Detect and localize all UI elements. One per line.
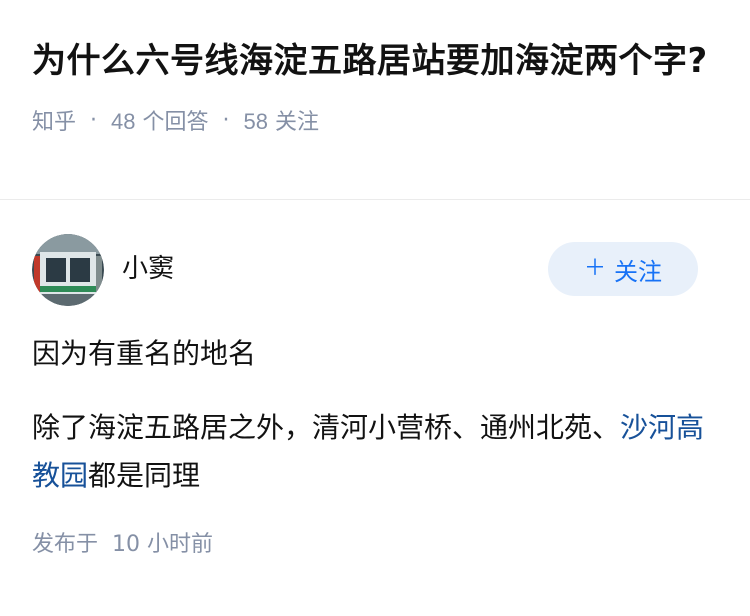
author-name[interactable]: 小窦 [122,248,174,285]
paragraph-text: 除了海淀五路居之外，清河小营桥、通州北苑、 [32,411,621,444]
page: 为什么六号线海淀五路居站要加海淀两个字? 知乎 · 48 个回答 · 58 关注 [0,0,750,616]
followers-count: 58 [243,109,268,134]
follow-button[interactable]: ＋ 关注 [548,242,698,296]
answer-paragraph: 除了海淀五路居之外，清河小营桥、通州北苑、沙河高教园都是同理 [32,404,718,500]
answer-card: 小窦 ＋ 关注 因为有重名的地名 除了海淀五路居之外，清河小营桥、通州北苑、沙河… [0,200,750,558]
meta-separator: · [90,107,98,133]
publish-time: 发布于 10 小时前 [32,532,213,557]
answers-label: 个回答 [142,110,209,135]
question-title[interactable]: 为什么六号线海淀五路居站要加海淀两个字? [32,36,718,86]
answers-count: 48 [111,109,136,134]
author-row: 小窦 ＋ 关注 [32,234,718,306]
source-label[interactable]: 知乎 [32,104,76,136]
followers-label: 关注 [275,110,320,135]
paragraph-tail: 都是同理 [88,459,201,492]
answer-body: 因为有重名的地名 除了海淀五路居之外，清河小营桥、通州北苑、沙河高教园都是同理 [32,330,718,500]
answers-count-group[interactable]: 48 个回答 [111,104,209,136]
plus-icon: ＋ [583,256,606,281]
followers-count-group[interactable]: 58 关注 [244,104,320,136]
avatar[interactable] [32,234,104,306]
meta-separator: · [222,107,230,133]
avatar-image-icon [32,234,104,306]
answer-paragraph: 因为有重名的地名 [32,337,257,370]
question-meta: 知乎 · 48 个回答 · 58 关注 [32,104,718,136]
question-header: 为什么六号线海淀五路居站要加海淀两个字? 知乎 · 48 个回答 · 58 关注 [0,0,750,200]
follow-label: 关注 [614,257,662,286]
